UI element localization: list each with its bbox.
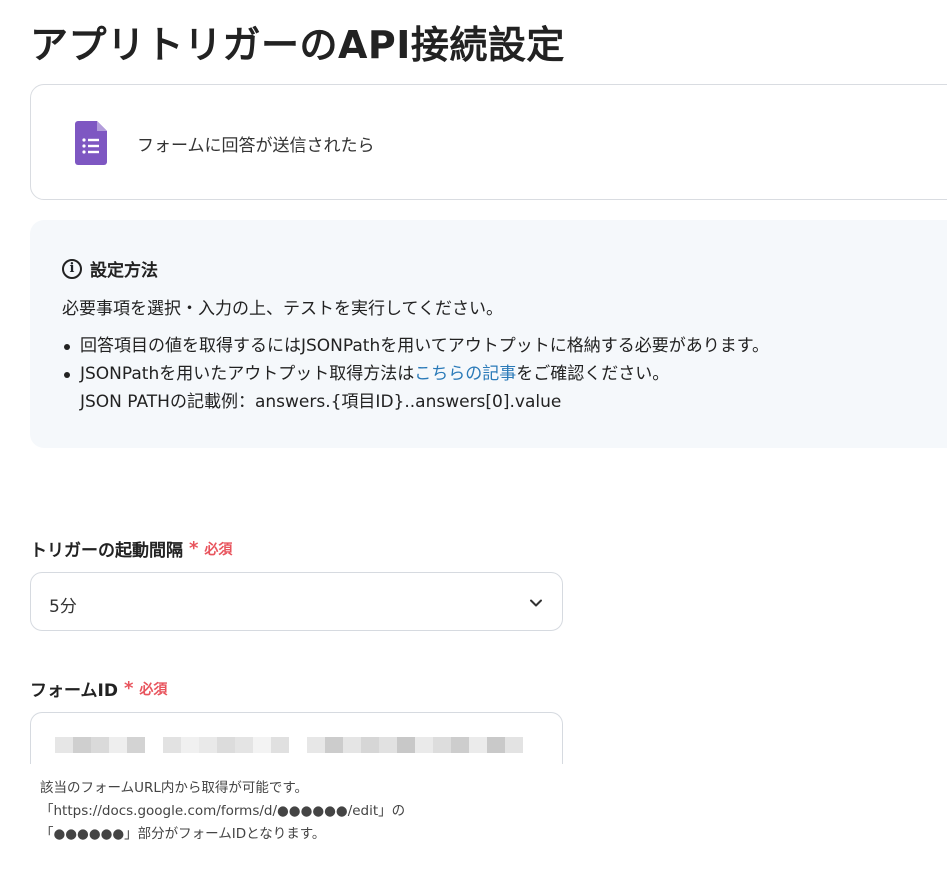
chevron-down-icon — [530, 599, 542, 607]
form-id-label: フォームID * 必須 — [30, 676, 167, 701]
list-item: 回答項目の値を取得するにはJSONPathを用いてアウトプットに格納する必要があ… — [62, 332, 769, 360]
google-forms-icon — [75, 121, 107, 165]
form-id-input[interactable] — [30, 712, 563, 764]
required-badge: 必須 — [204, 541, 233, 558]
required-badge: 必須 — [139, 681, 168, 698]
article-link[interactable]: こちらの記事 — [414, 364, 516, 384]
setup-instructions-title: 設定方法 — [90, 261, 158, 281]
help-line: 「●●●●●●」部分がフォームIDとなります。 — [40, 826, 326, 842]
setup-instructions-list: 回答項目の値を取得するにはJSONPathを用いてアウトプットに格納する必要があ… — [62, 332, 769, 416]
jsonpath-example: JSON PATHの記載例：answers.{項目ID}..answers[0]… — [80, 392, 562, 412]
select-value: 5分 — [49, 597, 77, 617]
field-label-text: フォームID — [30, 681, 118, 701]
bullet-text: JSONPathを用いたアウトプット取得方法は — [80, 364, 415, 384]
form-id-help: 該当のフォームURL内から取得が可能です。 「https://docs.goog… — [40, 777, 405, 846]
list-item: JSONPathを用いたアウトプット取得方法はこちらの記事をご確認ください。 J… — [62, 360, 769, 416]
required-asterisk: * — [189, 538, 199, 559]
setup-instructions-intro: 必要事項を選択・入力の上、テストを実行してください。 — [62, 299, 503, 319]
setup-instructions-heading: i 設定方法 — [62, 256, 158, 281]
setup-instructions-box: i 設定方法 必要事項を選択・入力の上、テストを実行してください。 回答項目の値… — [30, 220, 947, 448]
trigger-interval-select[interactable]: 5分 — [30, 572, 563, 631]
required-asterisk: * — [123, 678, 134, 699]
trigger-event-label: フォームに回答が送信されたら — [137, 136, 375, 156]
field-label-text: トリガーの起動間隔 — [30, 541, 183, 561]
help-line: 「https://docs.google.com/forms/d/●●●●●●/… — [40, 803, 406, 819]
info-icon: i — [62, 258, 82, 279]
app-trigger-card: フォームに回答が送信されたら — [30, 84, 947, 200]
trigger-interval-label: トリガーの起動間隔 * 必須 — [30, 536, 232, 561]
bullet-text: をご確認ください。 — [516, 364, 670, 384]
bullet-text: 回答項目の値を取得するにはJSONPathを用いてアウトプットに格納する必要があ… — [80, 336, 770, 356]
redacted-value — [55, 737, 523, 753]
help-line: 該当のフォームURL内から取得が可能です。 — [40, 780, 309, 796]
page-title: アプリトリガーのAPI接続設定 — [30, 23, 565, 67]
